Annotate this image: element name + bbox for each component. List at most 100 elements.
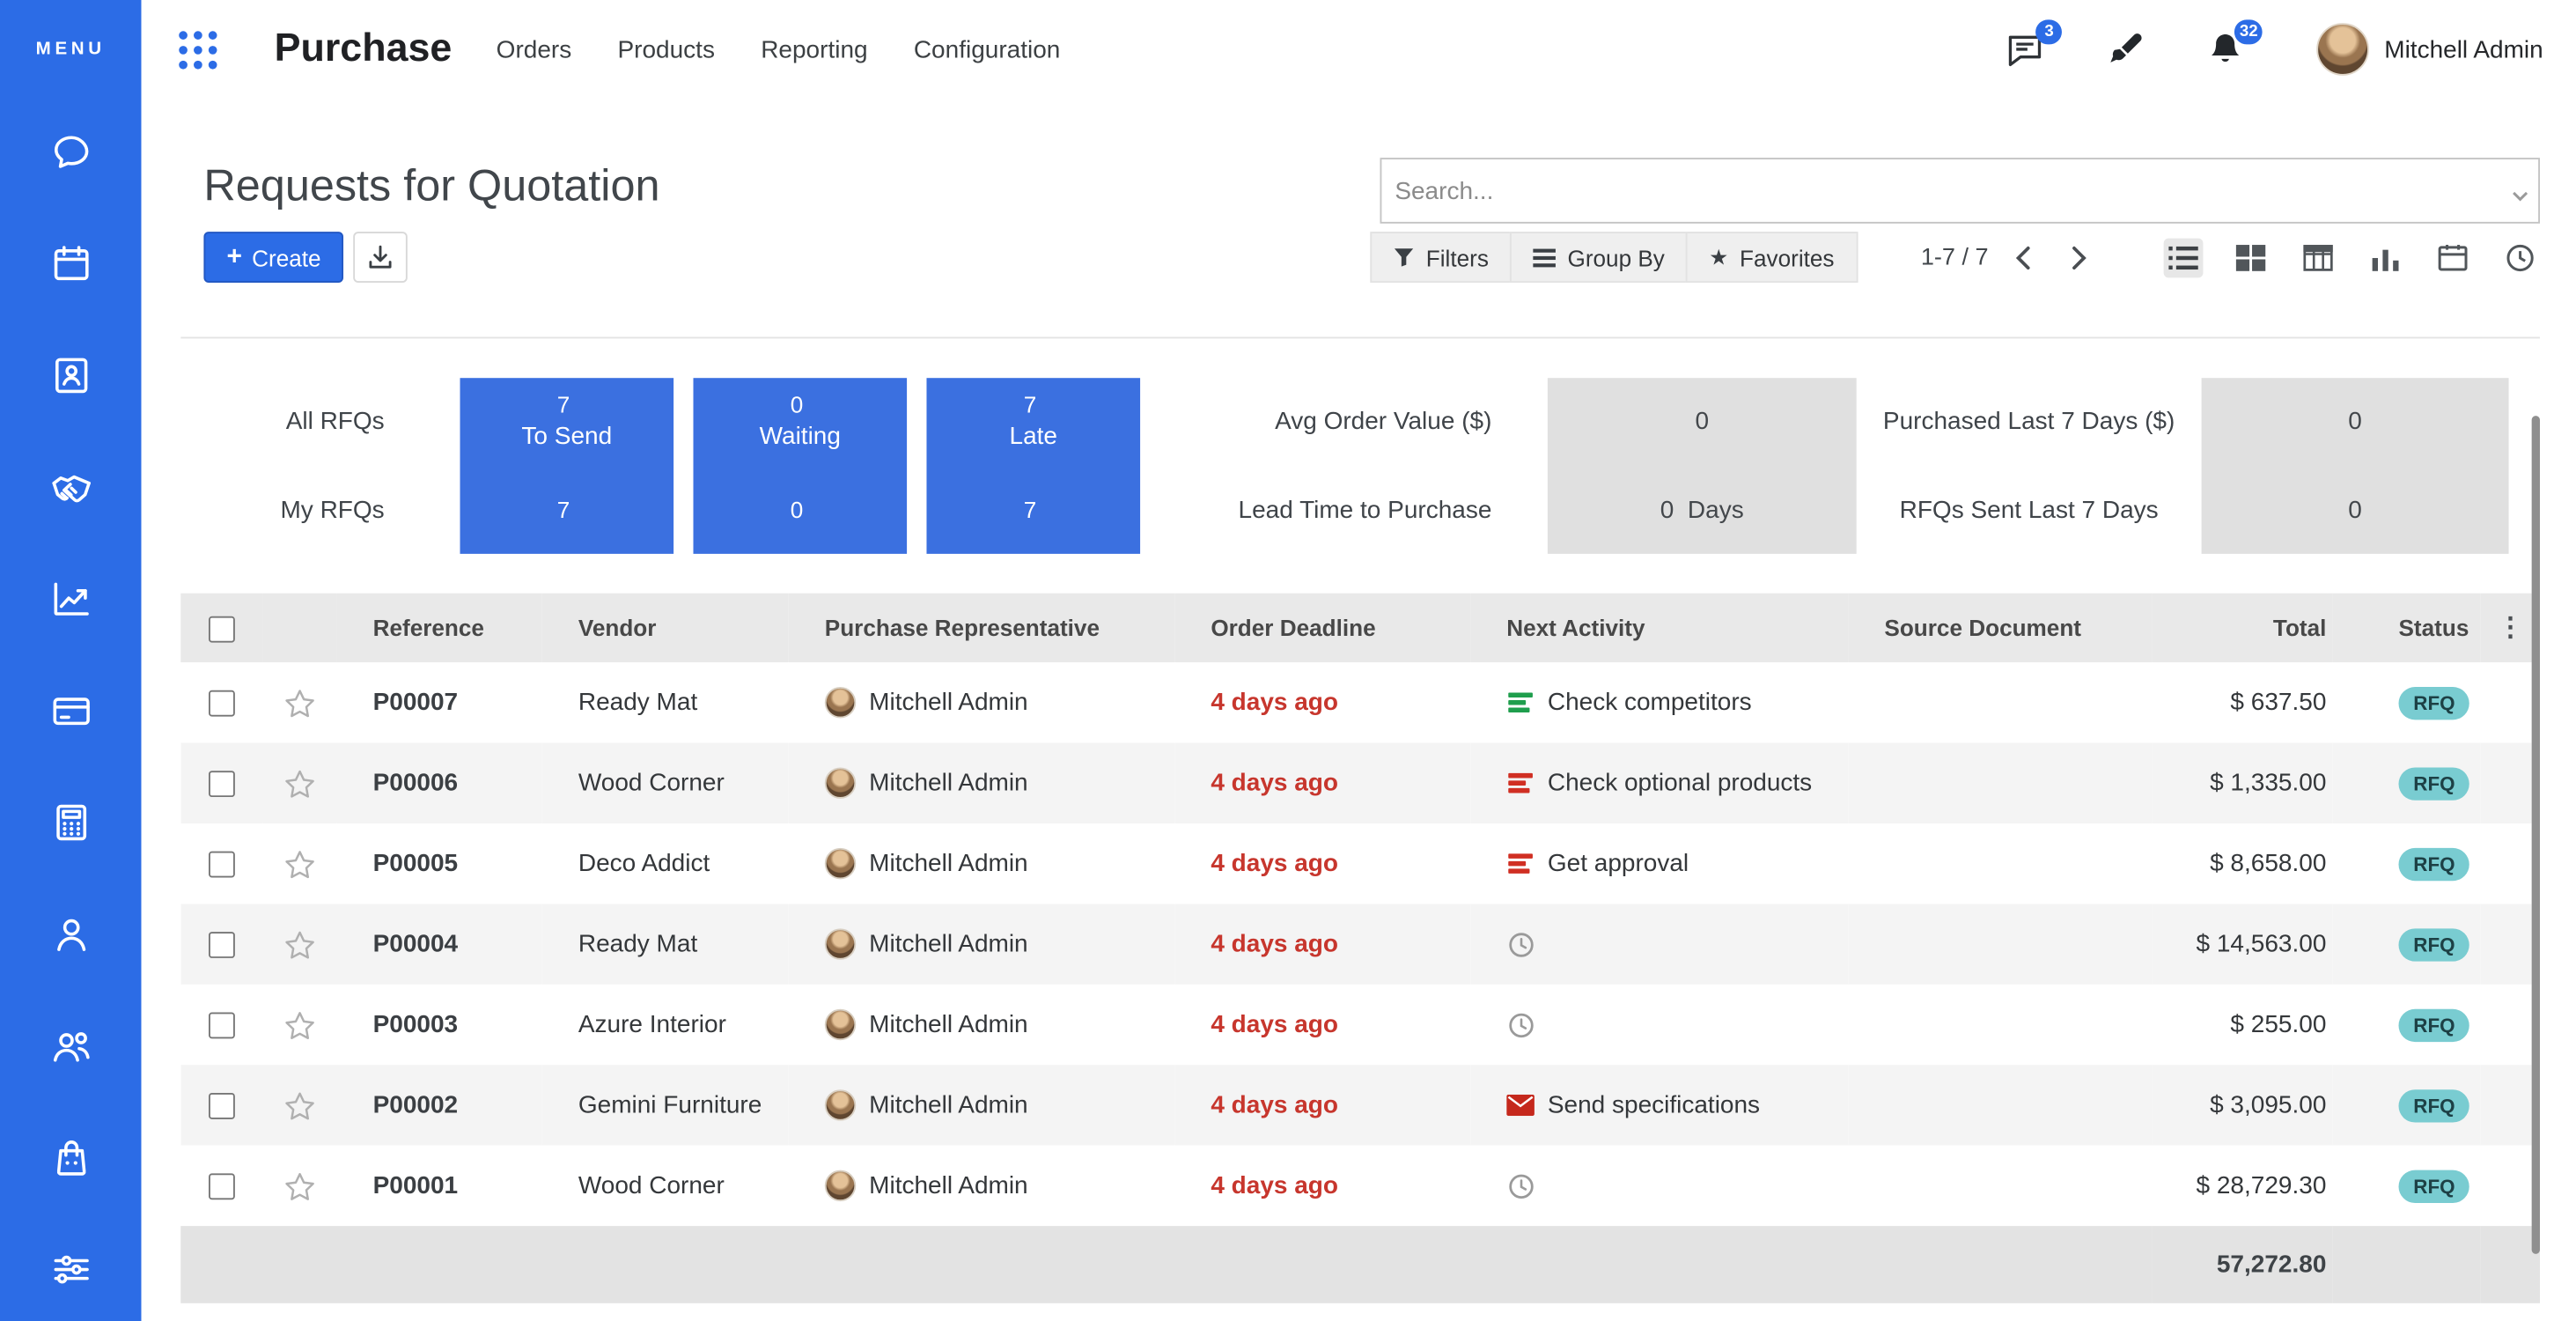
row-checkbox[interactable] xyxy=(209,1093,235,1119)
user-avatar[interactable] xyxy=(2317,23,2370,76)
table-row[interactable]: P00002 Gemini Furniture Mitchell Admin 4… xyxy=(180,1065,2540,1145)
row-checkbox[interactable] xyxy=(209,1173,235,1199)
table-row[interactable]: P00004 Ready Mat Mitchell Admin 4 days a… xyxy=(180,904,2540,984)
purchased-last-7-days-value: 0 xyxy=(2202,378,2509,466)
user-icon[interactable] xyxy=(48,911,93,956)
status-cell: RFQ xyxy=(2333,1146,2481,1226)
row-total: $ 8,658.00 xyxy=(2153,823,2333,904)
column-vendor[interactable]: Vendor xyxy=(542,594,789,662)
stat-tile-1[interactable]: 0 0 Days xyxy=(1548,378,1857,554)
rep-avatar xyxy=(825,687,856,718)
create-button[interactable]: + Create xyxy=(203,232,343,283)
pager-previous-button[interactable] xyxy=(2001,236,2044,279)
activity-tasks-icon[interactable] xyxy=(1506,772,1535,793)
activity-clock-icon[interactable] xyxy=(1506,1172,1535,1199)
activity-tasks-icon[interactable] xyxy=(1506,853,1535,875)
calendar-view-button[interactable] xyxy=(2433,238,2473,277)
activity-cell[interactable]: Send specifications xyxy=(1470,1065,1848,1145)
tile-late[interactable]: 7 Late 7 xyxy=(926,378,1140,554)
favorite-star-outline-icon[interactable] xyxy=(284,688,315,718)
activity-cell[interactable]: Check optional products xyxy=(1470,742,1848,823)
stat-tile-2[interactable]: 0 0 xyxy=(2202,378,2509,554)
sliders-icon[interactable] xyxy=(48,1246,93,1292)
favorite-star-outline-icon[interactable] xyxy=(284,1010,315,1040)
column-order-deadline[interactable]: Order Deadline xyxy=(1174,594,1470,662)
menu-products[interactable]: Products xyxy=(617,35,714,63)
activity-cell[interactable]: Get approval xyxy=(1470,823,1848,904)
activity-tasks-icon[interactable] xyxy=(1506,692,1535,713)
favorite-star-outline-icon[interactable] xyxy=(284,929,315,959)
filters-button[interactable]: Filters xyxy=(1370,232,1512,283)
favorite-star-outline-icon[interactable] xyxy=(284,768,315,798)
activity-cell[interactable] xyxy=(1470,1146,1848,1226)
pager-next-button[interactable] xyxy=(2057,236,2101,279)
optional-columns-icon[interactable]: ⋮ xyxy=(2497,615,2523,643)
favorites-button[interactable]: ★ Favorites xyxy=(1686,232,1858,283)
menu-reporting[interactable]: Reporting xyxy=(761,35,867,63)
activity-clock-icon[interactable] xyxy=(1506,931,1535,957)
chat-icon[interactable] xyxy=(48,129,93,174)
favorite-star-outline-icon[interactable] xyxy=(284,1171,315,1201)
row-star-cell xyxy=(263,823,337,904)
activity-mail-icon[interactable] xyxy=(1506,1095,1535,1116)
notifications-bell-button[interactable]: 32 xyxy=(2204,27,2248,71)
pivot-view-button[interactable] xyxy=(2299,238,2338,277)
row-checkbox[interactable] xyxy=(209,771,235,797)
table-row[interactable]: P00003 Azure Interior Mitchell Admin 4 d… xyxy=(180,985,2540,1065)
table-row[interactable]: P00001 Wood Corner Mitchell Admin 4 days… xyxy=(180,1146,2540,1226)
user-menu[interactable]: Mitchell Admin xyxy=(2384,35,2543,63)
table-row[interactable]: P00005 Deco Addict Mitchell Admin 4 days… xyxy=(180,823,2540,904)
row-checkbox[interactable] xyxy=(209,932,235,958)
rfq-table: Reference Vendor Purchase Representative… xyxy=(180,594,2540,1303)
users-icon[interactable] xyxy=(48,1022,93,1068)
credit-card-icon[interactable] xyxy=(48,687,93,733)
column-source-document[interactable]: Source Document xyxy=(1848,594,2152,662)
column-reference[interactable]: Reference xyxy=(337,594,542,662)
purchase-bag-icon[interactable] xyxy=(48,1134,93,1180)
activity-view-button[interactable] xyxy=(2500,238,2540,277)
row-checkbox[interactable] xyxy=(209,690,235,717)
handshake-icon[interactable] xyxy=(48,463,93,509)
export-button[interactable] xyxy=(354,232,408,283)
paintbrush-icon[interactable] xyxy=(2103,27,2147,71)
favorite-star-outline-icon[interactable] xyxy=(284,849,315,879)
pager-value[interactable]: 1-7 / 7 xyxy=(1921,244,1989,270)
column-next-activity[interactable]: Next Activity xyxy=(1470,594,1848,662)
kanban-view-button[interactable] xyxy=(2231,238,2271,277)
app-title[interactable]: Purchase xyxy=(275,26,453,72)
calculator-icon[interactable] xyxy=(48,799,93,845)
select-all-cell xyxy=(180,594,262,662)
menu-orders[interactable]: Orders xyxy=(497,35,572,63)
column-total[interactable]: Total xyxy=(2153,594,2333,662)
row-checkbox[interactable] xyxy=(209,852,235,878)
tile-waiting[interactable]: 0 Waiting 0 xyxy=(693,378,907,554)
select-all-checkbox[interactable] xyxy=(209,616,235,642)
sales-chart-icon[interactable] xyxy=(48,575,93,621)
table-row[interactable]: P00007 Ready Mat Mitchell Admin 4 days a… xyxy=(180,662,2540,742)
late-all-value: 7 xyxy=(1024,390,1043,421)
messages-button[interactable]: 3 xyxy=(2003,27,2047,71)
menu-toggle[interactable]: MENU xyxy=(36,40,106,59)
table-row[interactable]: P00006 Wood Corner Mitchell Admin 4 days… xyxy=(180,742,2540,823)
search-caret-icon[interactable] xyxy=(2512,181,2528,210)
activity-cell[interactable] xyxy=(1470,904,1848,984)
tile-to-send[interactable]: 7 To Send 7 xyxy=(460,378,674,554)
column-status[interactable]: Status xyxy=(2333,594,2481,662)
activity-cell[interactable] xyxy=(1470,985,1848,1065)
contacts-icon[interactable] xyxy=(48,351,93,397)
graph-view-button[interactable] xyxy=(2366,238,2405,277)
column-purchase-representative[interactable]: Purchase Representative xyxy=(789,594,1175,662)
menu-configuration[interactable]: Configuration xyxy=(914,35,1061,63)
source-document xyxy=(1848,742,2152,823)
calendar-icon[interactable] xyxy=(48,240,93,285)
list-view-button[interactable] xyxy=(2164,238,2204,277)
favorite-star-outline-icon[interactable] xyxy=(284,1090,315,1120)
activity-cell[interactable]: Check competitors xyxy=(1470,662,1848,742)
search-input[interactable] xyxy=(1380,158,2540,224)
scrollbar-thumb[interactable] xyxy=(2532,416,2540,1254)
apps-menu-icon[interactable] xyxy=(176,27,220,71)
activity-clock-icon[interactable] xyxy=(1506,1012,1535,1038)
row-checkbox[interactable] xyxy=(209,1013,235,1039)
group-by-button[interactable]: Group By xyxy=(1510,232,1688,283)
rep-cell: Mitchell Admin xyxy=(789,742,1175,823)
